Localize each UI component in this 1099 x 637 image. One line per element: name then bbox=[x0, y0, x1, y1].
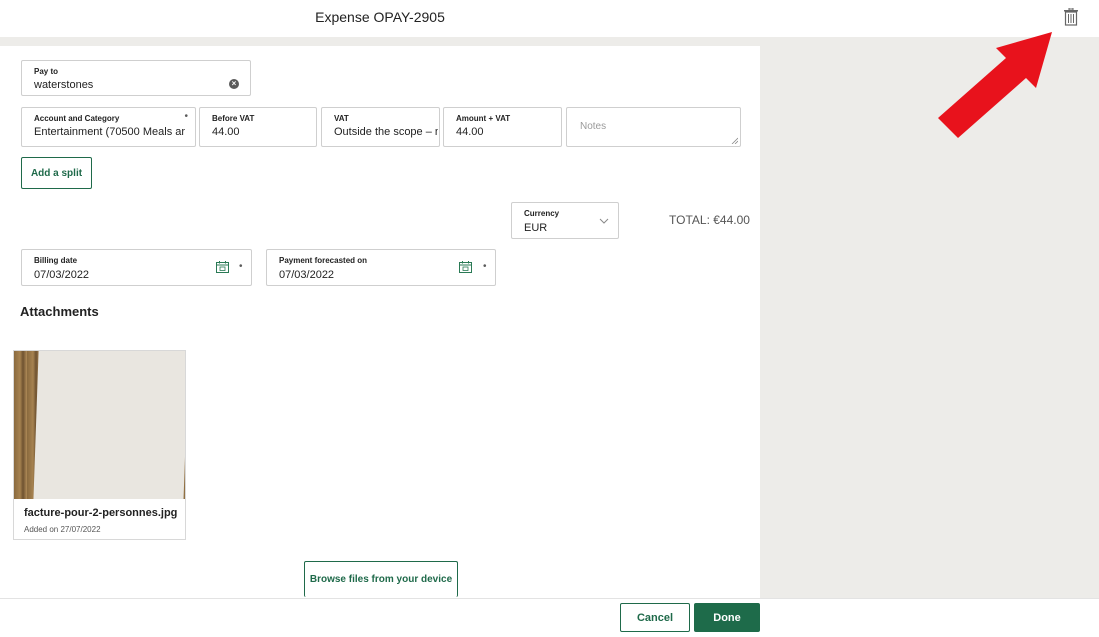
chevron-down-icon bbox=[599, 218, 609, 224]
attachment-card[interactable]: facture-pour-2-personnes.jpg Added on 27… bbox=[13, 350, 186, 540]
calendar-icon[interactable] bbox=[459, 261, 472, 273]
receipt-paper bbox=[33, 351, 185, 499]
before-vat-field[interactable]: Before VAT 44.00 bbox=[199, 107, 317, 147]
receipt-thumbnail bbox=[14, 351, 185, 499]
attachment-filename: facture-pour-2-personnes.jpg bbox=[24, 507, 178, 519]
add-split-button[interactable]: Add a split bbox=[21, 157, 92, 189]
billing-date-field[interactable]: Billing date 07/03/2022 • bbox=[21, 249, 252, 286]
required-marker: • bbox=[184, 111, 188, 122]
vat-select[interactable]: VAT Outside the scope – n bbox=[321, 107, 440, 147]
trash-icon[interactable] bbox=[1063, 8, 1079, 26]
notes-placeholder: Notes bbox=[580, 121, 607, 132]
payment-forecast-value: 07/03/2022 bbox=[279, 269, 335, 281]
required-marker: • bbox=[239, 261, 243, 272]
calendar-icon[interactable] bbox=[216, 261, 229, 273]
account-value: Entertainment (70500 Meals ar bbox=[34, 126, 186, 138]
page-title: Expense OPAY-2905 bbox=[315, 9, 445, 25]
payment-forecast-label: Payment forecasted on bbox=[279, 256, 368, 265]
before-vat-label: Before VAT bbox=[212, 114, 255, 123]
browse-files-button[interactable]: Browse files from your device bbox=[304, 561, 458, 597]
pay-to-value: waterstones bbox=[34, 79, 94, 91]
amount-vat-value: 44.00 bbox=[456, 126, 484, 138]
account-label: Account and Category bbox=[34, 114, 120, 123]
attachments-title: Attachments bbox=[20, 304, 99, 319]
cancel-button[interactable]: Cancel bbox=[620, 603, 690, 632]
red-arrow-annotation bbox=[938, 32, 1052, 138]
account-category-select[interactable]: Account and Category Entertainment (7050… bbox=[21, 107, 196, 147]
amount-vat-label: Amount + VAT bbox=[456, 114, 511, 123]
expense-form-panel: Pay to waterstones × Account and Categor… bbox=[0, 46, 760, 598]
required-marker: • bbox=[483, 261, 487, 272]
billing-date-value: 07/03/2022 bbox=[34, 269, 90, 281]
done-button[interactable]: Done bbox=[694, 603, 760, 632]
total-amount: TOTAL: €44.00 bbox=[669, 213, 750, 227]
pay-to-label: Pay to bbox=[34, 67, 59, 76]
vat-label: VAT bbox=[334, 114, 349, 123]
vat-value: Outside the scope – n bbox=[334, 126, 438, 138]
clear-icon[interactable]: × bbox=[229, 79, 239, 89]
billing-date-label: Billing date bbox=[34, 256, 78, 265]
resize-handle-icon[interactable] bbox=[731, 137, 738, 144]
currency-select[interactable]: Currency EUR bbox=[511, 202, 619, 239]
amount-vat-field[interactable]: Amount + VAT 44.00 bbox=[443, 107, 562, 147]
payment-forecast-field[interactable]: Payment forecasted on 07/03/2022 • bbox=[266, 249, 496, 286]
currency-label: Currency bbox=[524, 209, 560, 218]
before-vat-value: 44.00 bbox=[212, 126, 240, 138]
pay-to-field[interactable]: Pay to waterstones × bbox=[21, 60, 251, 96]
attachment-date: Added on 27/07/2022 bbox=[24, 525, 101, 534]
footer-bar: Cancel Done bbox=[0, 598, 1099, 637]
currency-value: EUR bbox=[524, 222, 548, 234]
notes-textarea[interactable]: Notes bbox=[566, 107, 741, 147]
